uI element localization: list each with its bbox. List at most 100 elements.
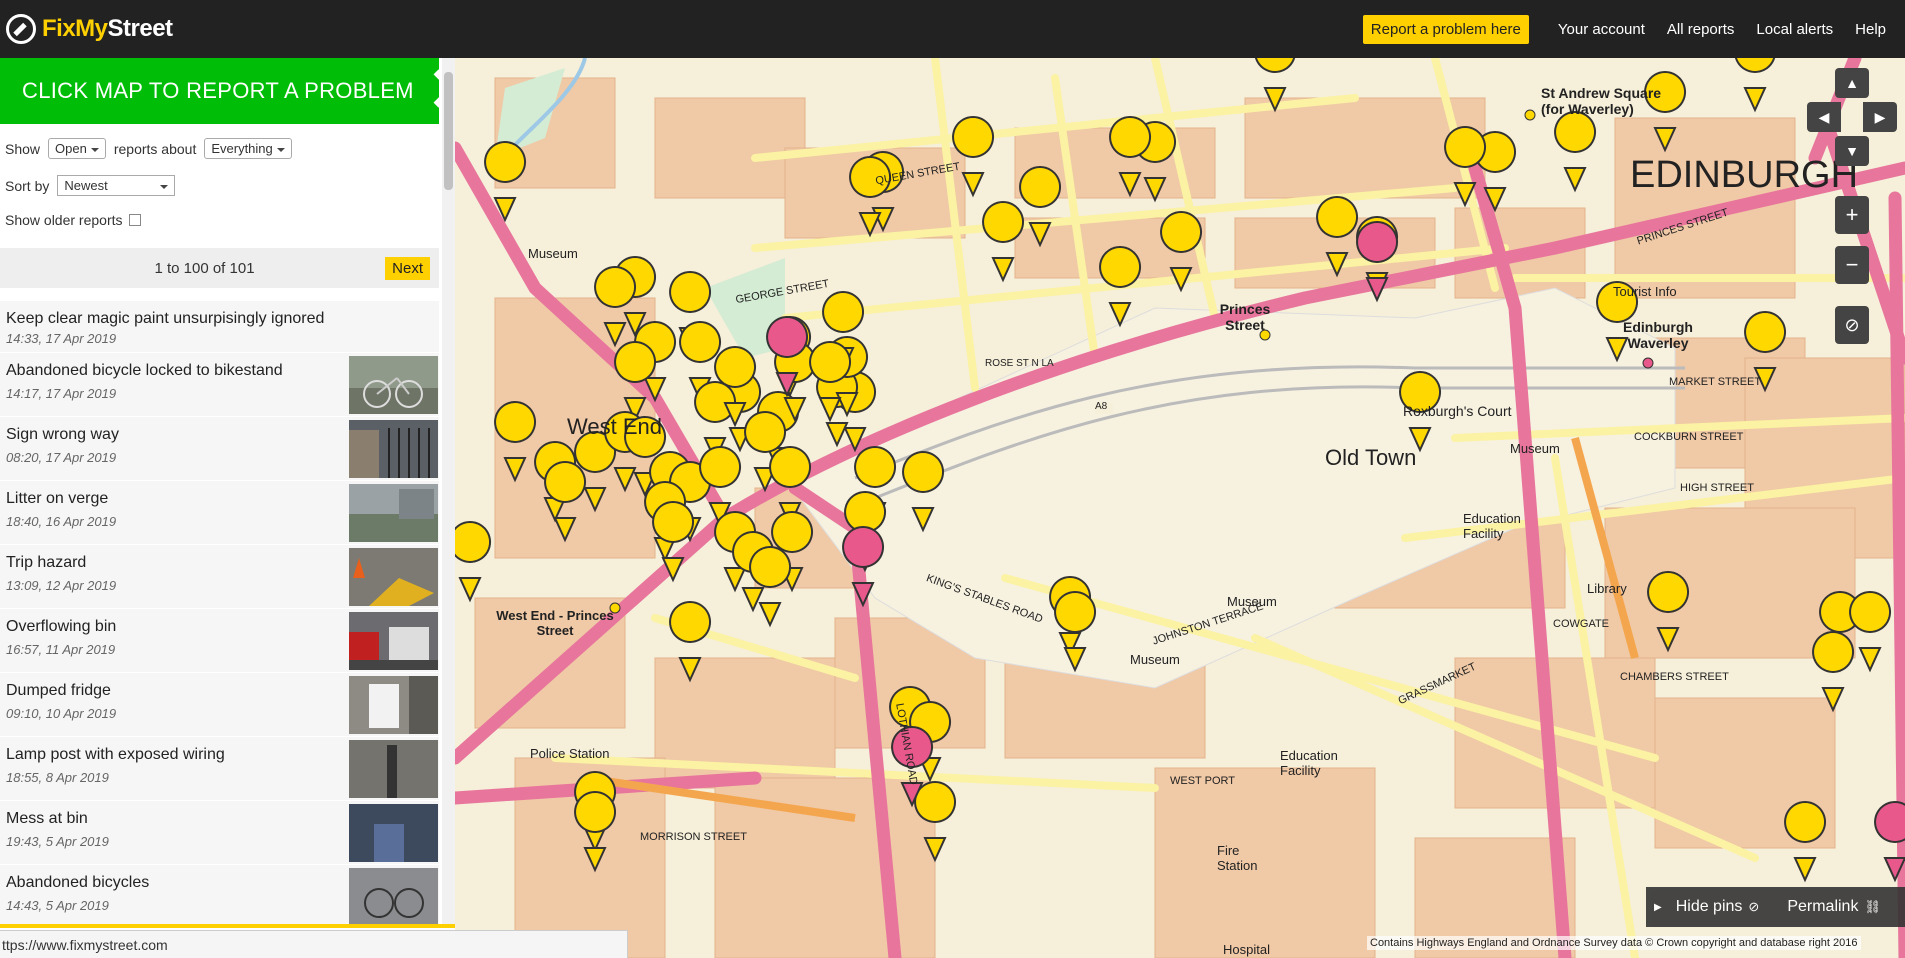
map[interactable]: West End Old Town EDINBURGH Princes Stre… — [455, 58, 1905, 958]
sidebar: CLICK MAP TO REPORT A PROBLEM Show Open … — [0, 58, 455, 958]
logo-part-2: Street — [107, 15, 174, 42]
hide-pins-toggle[interactable]: ⊘ — [1835, 306, 1869, 344]
report-title: Trip hazard — [6, 554, 87, 571]
hide-pins-link[interactable]: Hide pins — [1676, 898, 1743, 916]
label-west-end-stop: West End - Princes Street — [496, 608, 614, 638]
report-meta: 14:43, 5 Apr 2019 — [6, 898, 109, 913]
report-photo — [349, 676, 438, 734]
report-photo — [349, 420, 438, 478]
list-item[interactable]: Lamp post with exposed wiring 18:55, 8 A… — [0, 737, 439, 801]
report-title: Litter on verge — [6, 490, 109, 507]
label-waverley: Edinburgh Waverley — [1623, 319, 1693, 351]
pan-down-button[interactable]: ▼ — [1835, 136, 1869, 166]
label-market-street: MARKET STREET — [1669, 376, 1762, 388]
report-meta: 19:43, 5 Apr 2019 — [6, 834, 109, 849]
label-police: Police Station — [530, 746, 610, 761]
eye-slash-icon: ⊘ — [1844, 314, 1860, 335]
status-bar-url: ttps://www.fixmystreet.com — [0, 930, 628, 958]
list-item[interactable]: Mess at bin 19:43, 5 Apr 2019 — [0, 801, 439, 865]
zoom-out-button[interactable]: − — [1835, 246, 1869, 284]
list-item[interactable]: Dumped fridge 09:10, 10 Apr 2019 — [0, 673, 439, 737]
report-photo — [349, 612, 438, 670]
list-item[interactable]: Abandoned bicycles 14:43, 5 Apr 2019 — [0, 865, 439, 929]
sidebar-scrollbar-thumb[interactable] — [444, 72, 453, 190]
label-morrison-street: MORRISON STREET — [640, 831, 747, 843]
status-select[interactable]: Open — [48, 138, 106, 159]
report-title: Dumped fridge — [6, 682, 111, 699]
filter-row-sort: Sort by Newest — [5, 175, 183, 196]
label-high-street: HIGH STREET — [1680, 482, 1754, 494]
link-icon: ⛓ — [1864, 899, 1881, 914]
show-label: Show — [5, 140, 41, 157]
logo-part-1: FixMy — [42, 15, 108, 42]
filter-row-show: Show Open reports about Everything — [5, 138, 300, 159]
report-meta: 14:17, 17 Apr 2019 — [6, 386, 117, 401]
label-museum-4: Museum — [1510, 441, 1560, 456]
list-item[interactable]: Overflowing bin 16:57, 11 Apr 2019 — [0, 609, 439, 673]
click-map-banner[interactable]: CLICK MAP TO REPORT A PROBLEM — [0, 58, 439, 124]
label-princes-street-stop: Princes Street — [1219, 301, 1271, 333]
next-button[interactable]: Next — [385, 257, 430, 280]
main-nav: Report a problem here Your account All r… — [1362, 14, 1897, 44]
chevron-up-icon: ▲ — [1845, 75, 1859, 91]
label-west-end: West End — [567, 414, 662, 439]
label-cockburn-street: COCKBURN STREET — [1634, 431, 1744, 443]
filter-row-older: Show older reports — [5, 212, 141, 228]
label-rose-st: ROSE ST N LA — [985, 358, 1054, 369]
report-photo — [349, 740, 438, 798]
pin-slash-icon: ⊘ — [1748, 899, 1760, 914]
logo[interactable]: FixMyStreet — [6, 14, 173, 44]
report-photo — [349, 356, 438, 414]
pan-right-button[interactable]: ▶ — [1863, 102, 1897, 132]
sort-select[interactable]: Newest — [57, 175, 176, 196]
label-old-town: Old Town — [1325, 445, 1417, 470]
chevron-left-icon: ◀ — [1818, 108, 1830, 125]
label-st-andrew: St Andrew Square (for Waverley) — [1541, 85, 1662, 117]
report-meta: 16:57, 11 Apr 2019 — [6, 642, 116, 657]
permalink-link[interactable]: Permalink — [1787, 898, 1858, 916]
pager: 1 to 100 of 101 Next — [0, 248, 439, 288]
nav-help[interactable]: Help — [1855, 21, 1886, 38]
minus-icon: − — [1845, 252, 1859, 277]
report-title: Lamp post with exposed wiring — [6, 746, 225, 763]
report-title: Abandoned bicycle locked to bikestand — [6, 362, 283, 379]
list-item[interactable]: Abandoned bicycle locked to bikestand 14… — [0, 353, 439, 417]
banner-text: CLICK MAP TO REPORT A PROBLEM — [22, 78, 414, 103]
report-photo — [349, 868, 438, 926]
list-item[interactable]: Keep clear magic paint unsurpisingly ign… — [0, 301, 439, 353]
report-title: Overflowing bin — [6, 618, 117, 635]
sidebar-footer-line — [0, 924, 455, 928]
nav-all-reports[interactable]: All reports — [1667, 21, 1735, 38]
label-fire-station: Fire Station — [1217, 843, 1258, 873]
pan-up-button[interactable]: ▲ — [1835, 68, 1869, 98]
chevron-right-icon: ▶ — [1874, 108, 1886, 125]
logo-text: FixMyStreet — [42, 15, 173, 43]
label-tourist-info: Tourist Info — [1613, 284, 1677, 299]
label-chambers-street: CHAMBERS STREET — [1620, 671, 1729, 683]
category-select[interactable]: Everything — [204, 138, 292, 159]
label-education-2: Education Facility — [1280, 748, 1338, 778]
report-title: Sign wrong way — [6, 426, 119, 443]
nav-local-alerts[interactable]: Local alerts — [1756, 21, 1833, 38]
label-hospital: Hospital — [1223, 942, 1270, 957]
report-photo — [349, 484, 438, 542]
report-list: Keep clear magic paint unsurpisingly ign… — [0, 301, 439, 929]
report-title: Keep clear magic paint unsurpisingly ign… — [6, 310, 325, 327]
map-attribution: Contains Highways England and Ordnance S… — [1367, 936, 1861, 950]
label-education-1: Education Facility — [1463, 511, 1521, 541]
nav-your-account[interactable]: Your account — [1558, 21, 1645, 38]
report-meta: 13:09, 12 Apr 2019 — [6, 578, 117, 593]
older-reports-label: Show older reports — [5, 212, 123, 228]
pan-left-button[interactable]: ◀ — [1807, 102, 1841, 132]
older-reports-checkbox[interactable] — [128, 214, 141, 226]
zoom-in-button[interactable]: + — [1835, 196, 1869, 234]
list-item[interactable]: Litter on verge 18:40, 16 Apr 2019 — [0, 481, 439, 545]
sort-label: Sort by — [5, 177, 50, 194]
report-problem-button[interactable]: Report a problem here — [1362, 14, 1529, 44]
label-museum-1: Museum — [528, 246, 578, 261]
list-item[interactable]: Sign wrong way 08:20, 17 Apr 2019 — [0, 417, 439, 481]
pager-text: 1 to 100 of 101 — [154, 259, 255, 277]
label-west-port: WEST PORT — [1170, 775, 1235, 787]
list-item[interactable]: Trip hazard 13:09, 12 Apr 2019 — [0, 545, 439, 609]
label-cowgate: COWGATE — [1553, 618, 1610, 630]
